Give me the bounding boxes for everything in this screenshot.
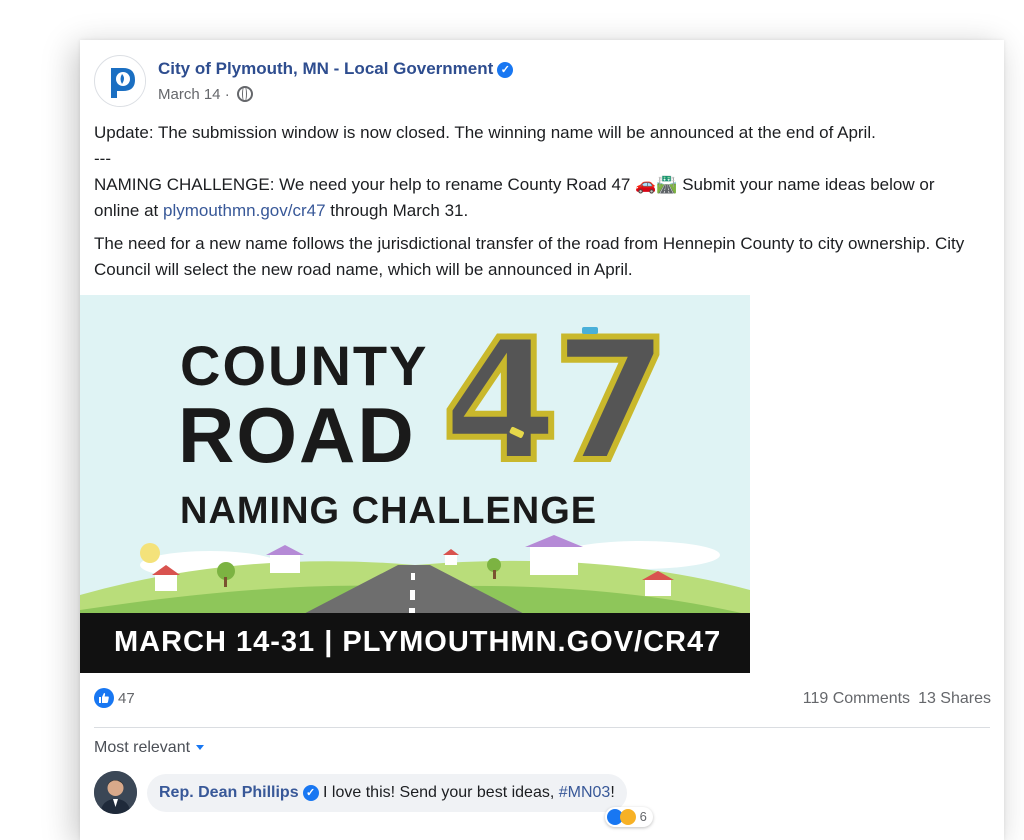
page-name-text[interactable]: City of Plymouth, MN - Local Government [158, 59, 493, 78]
page-avatar[interactable] [94, 55, 146, 107]
page-name[interactable]: City of Plymouth, MN - Local Government ✓ [158, 59, 514, 79]
like-icon [94, 688, 114, 708]
person-avatar-icon [94, 771, 137, 814]
verified-badge-icon: ✓ [497, 62, 514, 78]
challenge-text-1: NAMING CHALLENGE: We need your help to r… [94, 175, 636, 194]
post-text: Update: The submission window is now clo… [94, 120, 984, 283]
post-meta: March 14 · [158, 86, 253, 103]
banner-number: 47 [442, 317, 662, 477]
banner-footer-text: MARCH 14-31 | PLYMOUTHMN.GOV/CR47 [114, 626, 722, 658]
banner-naming-challenge: NAMING CHALLENGE [180, 490, 598, 532]
verified-badge-icon: ✓ [302, 785, 319, 801]
comments-count[interactable]: 119 Comments [803, 690, 910, 707]
haha-icon [620, 809, 636, 825]
transfer-paragraph: The need for a new name follows the juri… [94, 234, 965, 279]
comment-text-end: ! [610, 784, 615, 801]
commenter-avatar[interactable] [94, 771, 137, 814]
post-card: City of Plymouth, MN - Local Government ✓… [80, 40, 1004, 840]
banner-road-scene [80, 535, 750, 620]
post-stats: 119 Comments 13 Shares [803, 690, 991, 708]
banner-47-road-graphic: 47 [442, 317, 662, 477]
banner-road: ROAD [178, 391, 416, 479]
chevron-down-icon [196, 745, 205, 750]
separator-dashes: --- [94, 149, 111, 168]
challenge-text-3: through March 31. [325, 201, 469, 220]
reaction-summary[interactable]: 47 [94, 688, 135, 708]
comment-text: I love this! Send your best ideas, [318, 784, 559, 801]
car-road-emoji: 🚗🛣️ [635, 175, 678, 194]
comment-sort-dropdown[interactable]: Most relevant [94, 739, 205, 757]
banner-footer: MARCH 14-31 | PLYMOUTHMN.GOV/CR47 [80, 613, 750, 673]
post-image[interactable]: COUNTY ROAD 47 NAMING CHALLENGE MARCH 14… [80, 295, 750, 673]
comment-sort-label: Most relevant [94, 739, 191, 756]
shares-count[interactable]: 13 Shares [918, 690, 991, 707]
challenge-paragraph: NAMING CHALLENGE: We need your help to r… [94, 172, 984, 224]
comment-bubble: Rep. Dean Phillips ✓ I love this! Send yo… [147, 774, 627, 812]
comment-reaction-count: 6 [639, 809, 647, 824]
post-date[interactable]: March 14 [158, 86, 221, 103]
cr47-link[interactable]: plymouthmn.gov/cr47 [163, 201, 326, 220]
banner-county: COUNTY [180, 334, 429, 397]
update-text: Update: The submission window is now clo… [94, 123, 876, 142]
globe-icon[interactable] [236, 86, 253, 102]
comment-hashtag[interactable]: #MN03 [559, 784, 611, 801]
plymouth-logo-icon [96, 57, 145, 106]
like-count: 47 [118, 690, 135, 707]
comment-author[interactable]: Rep. Dean Phillips [159, 784, 299, 801]
comment-reactions[interactable]: 6 [605, 807, 653, 827]
meta-separator: · [220, 86, 234, 103]
divider [94, 727, 990, 728]
